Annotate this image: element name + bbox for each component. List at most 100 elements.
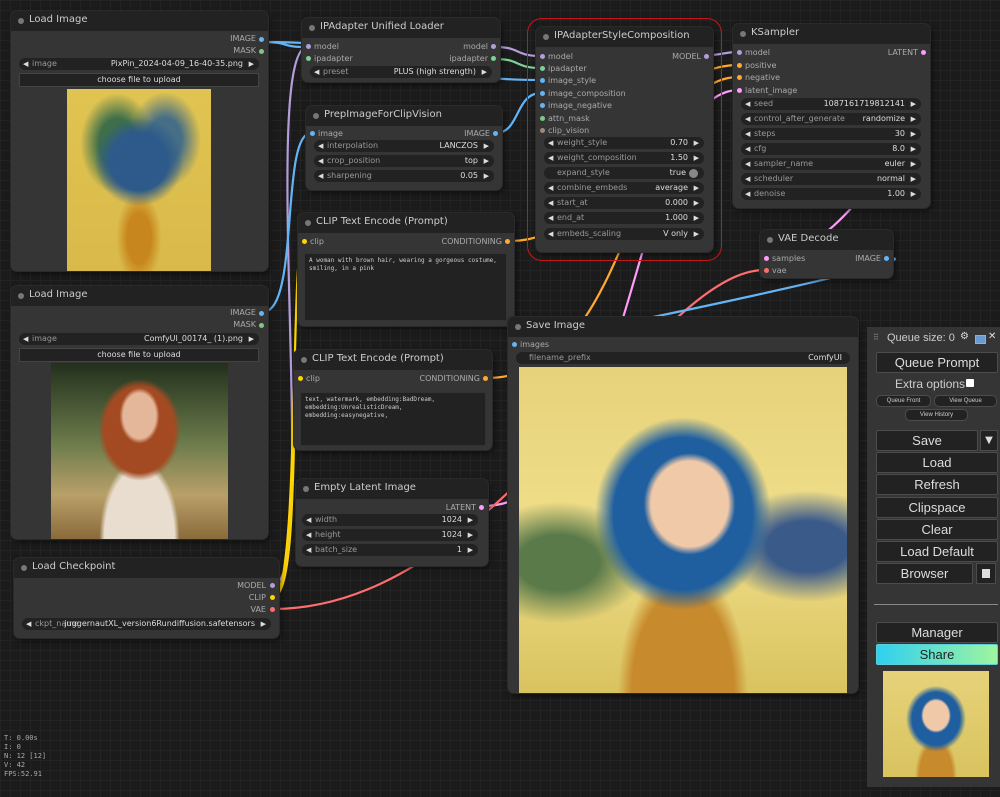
input-slot-ipadapter[interactable] <box>540 66 545 71</box>
control-after-generate-combo[interactable]: ◀ control_after_generate randomize ▶ <box>741 113 921 125</box>
collapse-dot[interactable] <box>740 31 746 37</box>
node-header[interactable]: Load Checkpoint <box>14 558 279 578</box>
input-slot-clip[interactable] <box>298 376 303 381</box>
height-number[interactable]: ◀ height 1024 ▶ <box>302 529 478 541</box>
load-checkpoint-node[interactable]: Load Checkpoint MODEL CLIP VAE ◀ ckpt_nam… <box>14 558 279 638</box>
interpolation-combo[interactable]: ◀ interpolation LANCZOS ▶ <box>314 140 494 152</box>
crop-position-combo[interactable]: ◀ crop_position top ▶ <box>314 155 494 167</box>
node-header[interactable]: Load Image <box>11 286 268 306</box>
output-slot-image[interactable] <box>259 311 264 316</box>
queue-front-button[interactable]: Queue Front <box>876 395 931 407</box>
collapse-dot[interactable] <box>309 25 315 31</box>
node-header[interactable]: Load Image <box>11 11 268 31</box>
toggle-knob[interactable] <box>689 169 698 178</box>
collapse-dot[interactable] <box>313 113 319 119</box>
filename-prefix-field[interactable]: filename_prefix ComfyUI <box>516 352 850 364</box>
collapse-dot[interactable] <box>543 34 549 40</box>
expand-style-toggle[interactable]: expand_style true <box>544 167 704 179</box>
input-slot-samples[interactable] <box>764 256 769 261</box>
preset-combo[interactable]: ◀ preset PLUS (high strength) ▶ <box>310 66 492 78</box>
collapse-dot[interactable] <box>303 486 309 492</box>
browser-button[interactable]: Browser <box>876 563 973 584</box>
input-slot-positive[interactable] <box>737 63 742 68</box>
node-header[interactable]: IPAdapter Unified Loader <box>302 18 500 38</box>
prompt-textarea[interactable]: A woman with brown hair, wearing a gorge… <box>304 253 507 321</box>
close-icon[interactable]: ✕ <box>988 331 996 342</box>
node-header[interactable]: CLIP Text Encode (Prompt) <box>294 350 492 370</box>
ipadapter-style-composition-node[interactable]: IPAdapterStyleComposition model ipadapte… <box>527 18 722 261</box>
input-slot-image-composition[interactable] <box>540 91 545 96</box>
input-slot-model[interactable] <box>737 50 742 55</box>
input-slot-attn-mask[interactable] <box>540 116 545 121</box>
prep-image-for-clip-vision-node[interactable]: PrepImageForClipVision image IMAGE ◀ inte… <box>306 106 502 190</box>
scheduler-combo[interactable]: ◀ scheduler normal ▶ <box>741 173 921 185</box>
output-slot-mask[interactable] <box>259 323 264 328</box>
image-icon[interactable] <box>975 335 986 344</box>
steps-number[interactable]: ◀ steps 30 ▶ <box>741 128 921 140</box>
embeds-scaling-combo[interactable]: ◀ embeds_scaling V only ▶ <box>544 228 704 240</box>
collapse-dot[interactable] <box>301 357 307 363</box>
output-slot-model[interactable] <box>704 54 709 59</box>
output-slot-mask[interactable] <box>259 49 264 54</box>
manager-button[interactable]: Manager <box>876 622 998 643</box>
input-slot-images[interactable] <box>512 342 517 347</box>
end-at-number[interactable]: ◀ end_at 1.000 ▶ <box>544 212 704 224</box>
output-slot-image[interactable] <box>259 37 264 42</box>
input-slot-latent-image[interactable] <box>737 88 742 93</box>
save-button[interactable]: Save <box>876 430 978 451</box>
vae-decode-node[interactable]: VAE Decode samples vae IMAGE <box>760 230 893 278</box>
input-slot-clip[interactable] <box>302 239 307 244</box>
clip-text-encode-positive-node[interactable]: CLIP Text Encode (Prompt) clip CONDITION… <box>298 213 514 326</box>
load-default-button[interactable]: Load Default <box>876 541 998 562</box>
output-slot-conditioning[interactable] <box>483 376 488 381</box>
input-slot-image[interactable] <box>310 131 315 136</box>
weight-style-number[interactable]: ◀ weight_style 0.70 ▶ <box>544 137 704 149</box>
collapse-dot[interactable] <box>515 324 521 330</box>
save-image-node[interactable]: Save Image images filename_prefix ComfyUI <box>508 317 858 693</box>
save-dropdown-arrow-icon[interactable]: ▼ <box>980 430 998 451</box>
image-combo[interactable]: ◀ image PixPin_2024-04-09_16-40-35.png ▶ <box>19 58 259 70</box>
image-combo[interactable]: ◀ image ComfyUI_00174_ (1).png ▶ <box>19 333 259 345</box>
input-slot-model[interactable] <box>540 54 545 59</box>
output-slot-image[interactable] <box>884 256 889 261</box>
load-image-node-1[interactable]: Load Image IMAGE MASK ◀ image PixPin_2024-… <box>11 11 268 271</box>
output-slot-model[interactable] <box>270 583 275 588</box>
ksampler-node[interactable]: KSampler model positive negative latent_… <box>733 24 930 208</box>
node-header[interactable]: IPAdapterStyleComposition <box>536 27 713 47</box>
output-slot-vae[interactable] <box>270 607 275 612</box>
empty-latent-image-node[interactable]: Empty Latent Image LATENT ◀ width 1024 ▶ ◀ h… <box>296 479 488 566</box>
extra-options-checkbox[interactable] <box>966 379 974 387</box>
node-header[interactable]: Save Image <box>508 317 858 337</box>
share-button[interactable]: Share <box>876 644 998 665</box>
collapse-dot[interactable] <box>767 237 773 243</box>
choose-file-button[interactable]: choose file to upload <box>19 348 259 362</box>
collapse-dot[interactable] <box>21 565 27 571</box>
input-slot-model[interactable] <box>306 44 311 49</box>
ckpt-name-combo[interactable]: ◀ ckpt_name juggernautXL_version6Rundiffus… <box>22 618 271 630</box>
output-slot-conditioning[interactable] <box>505 239 510 244</box>
view-queue-button[interactable]: View Queue <box>934 395 997 407</box>
sharpening-number[interactable]: ◀ sharpening 0.05 ▶ <box>314 170 494 182</box>
node-header[interactable]: Empty Latent Image <box>296 479 488 499</box>
drag-handle-icon[interactable]: ⠿ <box>873 333 879 342</box>
choose-file-button[interactable]: choose file to upload <box>19 73 259 87</box>
clip-text-encode-negative-node[interactable]: CLIP Text Encode (Prompt) clip CONDITION… <box>294 350 492 450</box>
floppy-disk-icon[interactable] <box>976 563 996 584</box>
thumbnail-preview-image[interactable] <box>883 671 989 777</box>
load-button[interactable]: Load <box>876 452 998 473</box>
output-slot-latent[interactable] <box>921 50 926 55</box>
start-at-number[interactable]: ◀ start_at 0.000 ▶ <box>544 197 704 209</box>
view-history-button[interactable]: View History <box>905 409 968 421</box>
clipspace-button[interactable]: Clipspace <box>876 497 998 518</box>
width-number[interactable]: ◀ width 1024 ▶ <box>302 514 478 526</box>
input-slot-image-negative[interactable] <box>540 103 545 108</box>
batch-size-number[interactable]: ◀ batch_size 1 ▶ <box>302 544 478 556</box>
input-slot-ipadapter[interactable] <box>306 56 311 61</box>
refresh-button[interactable]: Refresh <box>876 474 998 495</box>
cfg-number[interactable]: ◀ cfg 8.0 ▶ <box>741 143 921 155</box>
node-header[interactable]: KSampler <box>733 24 930 44</box>
ipadapter-unified-loader-node[interactable]: IPAdapter Unified Loader model ipadapter… <box>302 18 500 82</box>
output-slot-image[interactable] <box>493 131 498 136</box>
input-slot-negative[interactable] <box>737 75 742 80</box>
clear-button[interactable]: Clear <box>876 519 998 540</box>
